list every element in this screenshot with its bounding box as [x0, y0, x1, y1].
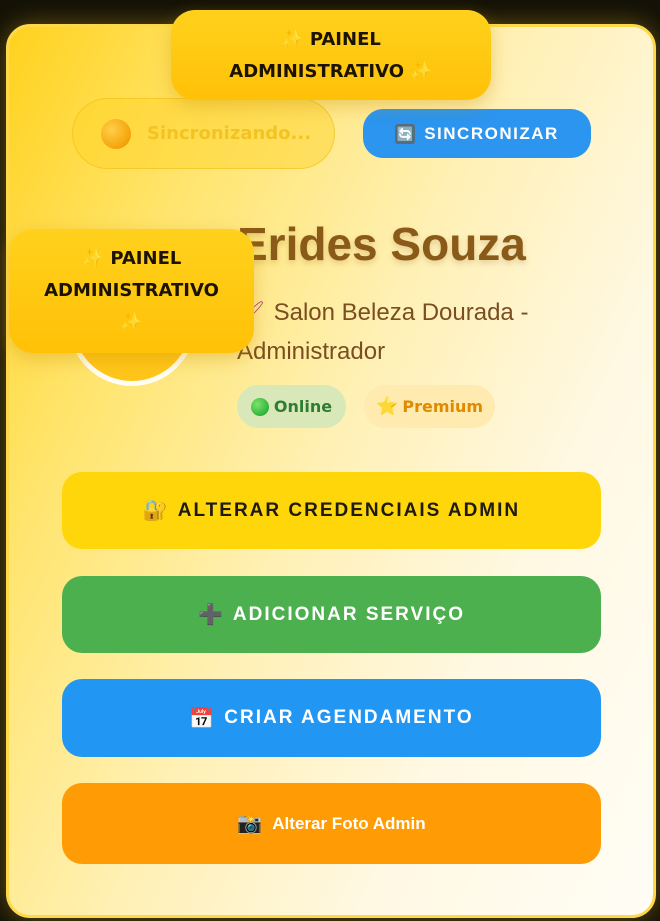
admin-subtitle: 🖌 Salon Beleza Dourada - Administrador [237, 293, 577, 371]
admin-name: Erides Souza [237, 218, 526, 270]
change-credentials-label: ALTERAR CREDENCIAIS ADMIN [177, 499, 521, 521]
change-credentials-button[interactable]: 🔐 ALTERAR CREDENCIAIS ADMIN [62, 472, 601, 549]
add-service-button[interactable]: ➕ ADICIONAR SERVIÇO [62, 576, 601, 653]
star-icon: ⭐ [375, 396, 399, 417]
change-photo-button[interactable]: 📸 Alterar Foto Admin [62, 783, 601, 864]
calendar-icon: 📅 [189, 707, 215, 730]
subtitle-line1: Salon Beleza Dourada - [273, 299, 529, 326]
create-booking-label: CRIAR AGENDAMENTO [224, 707, 474, 728]
top-badge-line2: ADMINISTRATIVO ✨ [229, 61, 433, 82]
top-badge-line1: ✨ PAINEL [281, 29, 381, 50]
plus-icon: ➕ [197, 604, 223, 626]
sync-button[interactable]: 🔄 SINCRONIZAR [363, 109, 591, 158]
side-badge-line1: ✨ PAINEL [81, 248, 182, 269]
lock-key-icon: 🔐 [142, 500, 168, 522]
sparkle-icon: ✨ [120, 312, 143, 333]
subtitle-line2: Administrador [237, 338, 386, 365]
sync-status-dot-icon [101, 118, 131, 149]
sync-button-label: SINCRONIZAR [424, 123, 559, 143]
sync-status-text: Sincronizando... [147, 123, 312, 144]
online-dot-icon [250, 397, 269, 416]
sync-status-pill: Sincronizando... [72, 98, 335, 169]
change-photo-label: Alterar Foto Admin [272, 813, 426, 833]
status-online-label: Online [273, 397, 333, 416]
side-badge-line2: ADMINISTRATIVO [44, 280, 219, 301]
camera-icon: 📸 [237, 813, 263, 835]
refresh-icon: 🔄 [395, 123, 416, 144]
admin-panel-badge-top: ✨ PAINEL ADMINISTRATIVO ✨ [171, 10, 491, 100]
create-booking-button[interactable]: 📅 CRIAR AGENDAMENTO [62, 679, 601, 757]
status-premium-label: Premium [402, 397, 484, 416]
add-service-label: ADICIONAR SERVIÇO [232, 603, 466, 625]
status-badge-online: Online [237, 385, 346, 428]
admin-panel-badge-side: ✨ PAINEL ADMINISTRATIVO ✨ [9, 229, 254, 353]
status-badge-premium: ⭐ Premium [364, 385, 495, 428]
